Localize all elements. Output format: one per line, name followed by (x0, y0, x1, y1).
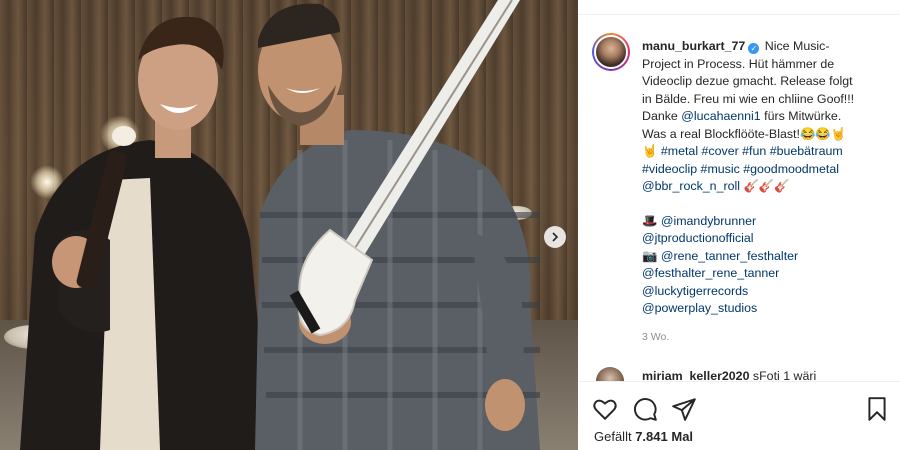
mention-link[interactable]: @lucahaenni1 (681, 109, 760, 123)
commenter-avatar[interactable] (596, 367, 624, 381)
caption-text: Nice Music- (764, 39, 830, 53)
emoji-text: 🤘 (642, 144, 658, 158)
caption-text: Project in Process. Hüt hämmer de (642, 56, 835, 71)
caption-text: in Bälde. Freu mi wie en chliine Goof!!! (642, 91, 855, 106)
mention-link[interactable]: @festhalter_rene_tanner (642, 266, 779, 280)
action-bar: Gefällt 7.841 Mal (578, 381, 900, 450)
hashtag-links[interactable]: #metal #cover #fun #buebätraum (661, 144, 843, 158)
musicians-illustration (20, 0, 540, 450)
post-side-panel: manu_burkart_77 ✓ Nice Music- Project in … (578, 0, 900, 450)
mention-link[interactable]: @powerplay_studios (642, 301, 757, 315)
caption-text: Danke (642, 109, 678, 123)
post-photo[interactable] (0, 0, 578, 450)
share-icon[interactable] (671, 396, 697, 422)
verified-badge-icon: ✓ (748, 43, 760, 54)
bookmark-icon[interactable] (864, 396, 890, 422)
likes-count[interactable]: Gefällt 7.841 Mal (594, 429, 693, 444)
username-link[interactable]: manu_burkart_77 (642, 39, 745, 53)
heart-icon[interactable] (592, 396, 618, 422)
likes-prefix: Gefällt (594, 429, 632, 444)
avatar-image (594, 35, 628, 69)
emoji-text: 😂😂🤘 (799, 126, 847, 141)
comment-icon[interactable] (632, 396, 658, 422)
user-avatar[interactable] (592, 33, 630, 71)
mention-link[interactable]: @imandybrunner (661, 214, 756, 228)
emoji-text: 🎸🎸🎸 (743, 179, 790, 193)
comment-body: sFoti 1 wäri (752, 369, 817, 381)
comment-preview: miriam_keller2020 sFoti 1 wäri ... (578, 364, 900, 381)
mention-link[interactable]: @luckytigerrecords (642, 284, 748, 298)
mention-link[interactable]: @rene_tanner_festhalter (661, 249, 798, 263)
more-options-icon[interactable]: ... (861, 372, 874, 381)
post-caption: manu_burkart_77 ✓ Nice Music- Project in … (642, 38, 890, 318)
likes-number: 7.841 (635, 429, 668, 444)
emoji-text: 📷 (642, 248, 658, 263)
divider (578, 14, 900, 15)
carousel-next-button[interactable] (544, 226, 566, 248)
emoji-text: 🎩 (642, 213, 658, 228)
comment-text: miriam_keller2020 sFoti 1 wäri (642, 369, 816, 381)
caption-text: fürs Mitwürke. (764, 109, 842, 123)
post-timestamp[interactable]: 3 Wo. (642, 331, 669, 343)
mention-link[interactable]: @jtproductionofficial (642, 231, 754, 245)
likes-suffix: Mal (671, 429, 694, 444)
mention-link[interactable]: @bbr_rock_n_roll (642, 179, 740, 193)
caption-text: Was a real Blockflööte-Blast! (642, 126, 800, 141)
hashtag-links[interactable]: #videoclip #music #goodmoodmetal (642, 162, 839, 176)
caption-text: Videoclip dezue gmacht. Release folgt (642, 74, 853, 88)
commenter-username[interactable]: miriam_keller2020 (642, 369, 749, 381)
chevron-right-icon (552, 232, 559, 242)
